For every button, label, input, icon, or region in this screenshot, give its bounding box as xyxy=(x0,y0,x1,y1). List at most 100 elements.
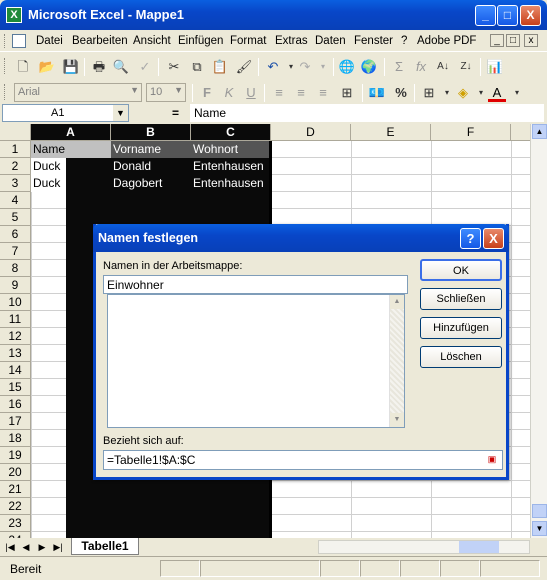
refers-to-input[interactable]: =Tabelle1!$A:$C ▣ xyxy=(103,450,503,470)
vertical-scrollbar[interactable]: ▲ ▼ xyxy=(530,124,547,538)
row-header[interactable]: 23 xyxy=(0,515,31,532)
spelling-icon[interactable]: ✓ xyxy=(136,58,154,76)
help-button[interactable]: ? xyxy=(460,228,481,249)
last-sheet-icon[interactable]: ▶| xyxy=(52,540,64,554)
print-icon[interactable]: 🖶 xyxy=(90,58,108,76)
autosum-icon[interactable]: Σ xyxy=(390,58,408,76)
column-header-g[interactable] xyxy=(511,124,530,141)
scroll-up-icon[interactable]: ▲ xyxy=(532,124,547,139)
row-header[interactable]: 15 xyxy=(0,379,31,396)
row-header[interactable]: 5 xyxy=(0,209,31,226)
add-button[interactable]: Hinzufügen xyxy=(420,317,502,339)
row-header[interactable]: 22 xyxy=(0,498,31,515)
names-list[interactable]: ▲ ▼ xyxy=(107,294,405,428)
row-header[interactable]: 8 xyxy=(0,260,31,277)
print-preview-icon[interactable]: 🔍 xyxy=(112,58,130,76)
toolbar-grip[interactable] xyxy=(4,34,7,48)
maximize-button[interactable]: □ xyxy=(497,5,518,26)
column-header-a[interactable]: A xyxy=(31,124,111,141)
row-header[interactable]: 4 xyxy=(0,192,31,209)
menu-fenster[interactable]: Fenster xyxy=(354,35,393,47)
chart-wizard-icon[interactable]: 📊 xyxy=(486,58,504,76)
hyperlink-icon[interactable]: 🌐 xyxy=(338,58,356,76)
menu-bearbeiten[interactable]: Bearbeiten xyxy=(72,35,128,47)
row-header[interactable]: 1 xyxy=(0,141,31,158)
horizontal-scrollbar[interactable] xyxy=(318,540,530,554)
paste-icon[interactable]: 📋 xyxy=(211,58,229,76)
row-header[interactable]: 14 xyxy=(0,362,31,379)
formula-input[interactable]: Name xyxy=(190,104,544,122)
list-scrollbar[interactable]: ▲ ▼ xyxy=(389,295,404,427)
row-header[interactable]: 10 xyxy=(0,294,31,311)
menu-extras[interactable]: Extras xyxy=(275,35,308,47)
chevron-down-icon[interactable]: ▼ xyxy=(113,105,128,121)
function-icon[interactable]: fx xyxy=(412,58,430,76)
row-header[interactable]: 2 xyxy=(0,158,31,175)
percent-icon[interactable]: % xyxy=(392,84,410,102)
mdi-close-button[interactable]: x xyxy=(524,34,538,47)
font-color-icon[interactable]: A xyxy=(488,84,506,102)
row-header[interactable]: 17 xyxy=(0,413,31,430)
save-icon[interactable]: 💾 xyxy=(62,58,80,76)
row-header[interactable]: 16 xyxy=(0,396,31,413)
close-dialog-button[interactable]: Schließen xyxy=(420,288,502,310)
ok-button[interactable]: OK xyxy=(420,259,502,281)
align-center-icon[interactable]: ≡ xyxy=(292,84,310,102)
dialog-close-button[interactable]: X xyxy=(483,228,504,249)
row-header[interactable]: 21 xyxy=(0,481,31,498)
cell-a3[interactable]: Duck xyxy=(31,175,111,192)
column-header-e[interactable]: E xyxy=(351,124,431,141)
mdi-minimize-button[interactable]: _ xyxy=(490,34,504,47)
cell-c2[interactable]: Entenhausen xyxy=(191,158,269,175)
font-select[interactable]: Arial ▼ xyxy=(14,83,142,102)
scroll-up-icon[interactable]: ▲ xyxy=(390,295,404,309)
align-right-icon[interactable]: ≡ xyxy=(314,84,332,102)
row-header[interactable]: 7 xyxy=(0,243,31,260)
bold-icon[interactable]: F xyxy=(198,84,216,102)
open-icon[interactable]: 📂 xyxy=(38,58,56,76)
new-icon[interactable]: 🗋 xyxy=(14,58,32,76)
delete-button[interactable]: Löschen xyxy=(420,346,502,368)
toolbar-grip[interactable] xyxy=(4,84,7,100)
cell-c3[interactable]: Entenhausen xyxy=(191,175,269,192)
underline-icon[interactable]: U xyxy=(242,84,260,102)
research-icon[interactable]: 🌍 xyxy=(360,58,378,76)
menu-adobe-pdf[interactable]: Adobe PDF xyxy=(417,35,476,47)
column-header-c[interactable]: C xyxy=(191,124,271,141)
sheet-tab-tabelle1[interactable]: Tabelle1 xyxy=(71,538,139,555)
column-header-f[interactable]: F xyxy=(431,124,511,141)
select-all-corner[interactable] xyxy=(0,124,31,141)
name-input[interactable]: Einwohner xyxy=(103,275,408,294)
cell-a2[interactable]: Duck xyxy=(31,158,111,175)
row-header[interactable]: 19 xyxy=(0,447,31,464)
borders-icon[interactable]: ⊞ xyxy=(420,84,438,102)
currency-icon[interactable]: 💶 xyxy=(368,84,386,102)
row-header[interactable]: 3 xyxy=(0,175,31,192)
row-header[interactable]: 9 xyxy=(0,277,31,294)
column-header-b[interactable]: B xyxy=(111,124,191,141)
first-sheet-icon[interactable]: |◀ xyxy=(4,540,16,554)
cell-a1[interactable]: Name xyxy=(31,141,111,158)
menu-datei[interactable]: Datei xyxy=(36,35,63,47)
menu-format[interactable]: Format xyxy=(230,35,266,47)
cell-c1[interactable]: Wohnort xyxy=(191,141,269,158)
collapse-dialog-icon[interactable]: ▣ xyxy=(484,452,500,467)
cell-b1[interactable]: Vorname xyxy=(111,141,191,158)
row-header[interactable]: 18 xyxy=(0,430,31,447)
row-header[interactable]: 6 xyxy=(0,226,31,243)
format-painter-icon[interactable]: 🖌 xyxy=(235,58,253,76)
menu-ansicht[interactable]: Ansicht xyxy=(133,35,171,47)
scrollbar-thumb[interactable] xyxy=(459,541,499,553)
cell-b2[interactable]: Donald xyxy=(111,158,191,175)
italic-icon[interactable]: K xyxy=(220,84,238,102)
scrollbar-thumb[interactable] xyxy=(532,504,547,518)
redo-icon[interactable]: ↷ xyxy=(296,58,314,76)
menu-help[interactable]: ? xyxy=(401,35,407,47)
undo-icon[interactable]: ↶ xyxy=(264,58,282,76)
font-size-select[interactable]: 10 ▼ xyxy=(146,83,186,102)
row-header[interactable]: 20 xyxy=(0,464,31,481)
cell-b3[interactable]: Dagobert xyxy=(111,175,191,192)
name-box[interactable]: A1 ▼ xyxy=(2,104,129,122)
row-header[interactable]: 13 xyxy=(0,345,31,362)
merge-center-icon[interactable]: ⊞ xyxy=(338,84,356,102)
